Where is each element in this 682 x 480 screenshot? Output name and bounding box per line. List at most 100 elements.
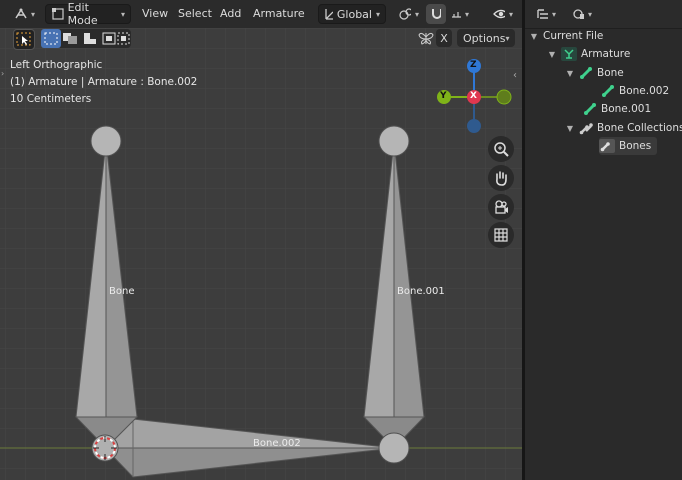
visibility-dropdown[interactable]: ▾ — [488, 4, 518, 24]
bones-label: Bones — [619, 140, 652, 152]
pivot-point-dropdown[interactable]: ▾ — [394, 4, 424, 24]
options-label: Options — [463, 31, 506, 45]
neg-y-axis-handle[interactable] — [496, 89, 512, 105]
cursor-select-icon — [16, 32, 31, 46]
chevron-down-icon: ▾ — [551, 9, 556, 19]
outliner-row-bone[interactable]: ▼ Bone — [565, 64, 624, 82]
subtract-selection-icon[interactable] — [84, 33, 96, 44]
bone-001-tail-joint[interactable] — [378, 125, 410, 157]
expand-arrow-icon[interactable]: ▼ — [565, 69, 575, 78]
mode-dropdown[interactable]: Edit Mode ▾ — [45, 1, 131, 27]
transform-orientation-dropdown[interactable]: Global ▾ — [318, 4, 386, 24]
object-info-text: (1) Armature | Armature : Bone.002 — [10, 76, 198, 88]
pivot-icon — [399, 8, 411, 20]
mirror-x-label: X — [440, 31, 448, 45]
outliner-row-bone-001[interactable]: Bone.001 — [583, 100, 651, 118]
bone-001-row-label: Bone.001 — [601, 103, 652, 115]
orientation-label: Global — [336, 7, 372, 21]
bone-collection-icon — [599, 139, 615, 153]
outliner-editor-type-button[interactable]: ▾ — [531, 4, 561, 24]
bone-label: Bone — [109, 286, 135, 297]
display-mode-dropdown[interactable]: ▾ — [567, 4, 597, 24]
camera-view-button[interactable] — [488, 194, 514, 220]
bone-icon — [580, 67, 592, 79]
grid-scale-text: 10 Centimeters — [10, 93, 92, 105]
menu-armature[interactable]: Armature — [253, 7, 305, 20]
chevron-down-icon: ▾ — [375, 9, 380, 19]
chevron-down-icon: ▾ — [505, 33, 510, 43]
outliner-icon — [537, 9, 548, 19]
expand-arrow-icon[interactable]: ▼ — [565, 124, 575, 133]
intersect-selection-icon[interactable] — [117, 32, 130, 45]
outliner-row-bones[interactable]: Bones — [599, 137, 658, 155]
outliner-row-armature[interactable]: ▼ Armature — [547, 45, 630, 63]
expand-arrow-icon[interactable]: ▼ — [529, 32, 539, 41]
view-name-text: Left Orthographic — [10, 59, 103, 71]
y-axis-label: Y — [440, 91, 447, 101]
edit-mode-icon — [52, 8, 64, 20]
area-divider[interactable] — [522, 0, 525, 480]
bone-row-label: Bone — [597, 67, 624, 79]
selection-mode-group — [41, 29, 131, 48]
bone-002-tail-joint[interactable] — [378, 432, 410, 464]
bone-icon — [602, 85, 614, 97]
zoom-button[interactable] — [488, 136, 514, 162]
eye-icon — [493, 9, 505, 19]
display-mode-icon — [573, 9, 584, 19]
snap-target-dropdown[interactable]: ▾ — [446, 4, 474, 24]
chevron-down-icon: ▾ — [414, 9, 419, 19]
outliner-panel[interactable]: ▾ ▾ ▼ Current File ▼ Armature ▼ Bone Bon… — [525, 0, 682, 480]
menu-view[interactable]: View — [142, 7, 168, 20]
bone-icon — [584, 103, 596, 115]
hand-icon — [496, 171, 507, 186]
zoom-icon — [494, 142, 509, 157]
current-file-label: Current File — [543, 30, 604, 42]
x-axis-label: X — [470, 91, 477, 101]
menu-add[interactable]: Add — [220, 7, 241, 20]
chevron-down-icon: ▾ — [464, 9, 469, 19]
chevron-down-icon: ▾ — [120, 9, 125, 19]
3d-viewport[interactable]: Bone Bone.001 Bone.002 ▾ Edit Mode ▾ Vie… — [0, 0, 522, 480]
mirror-options-button[interactable] — [417, 29, 435, 47]
extend-selection-icon[interactable] — [63, 33, 77, 44]
grid-icon — [494, 228, 508, 242]
bone-001-label: Bone.001 — [397, 286, 445, 297]
outliner-row-bone-002[interactable]: Bone.002 — [601, 82, 669, 100]
neg-z-axis-handle[interactable] — [467, 119, 481, 133]
toolbar-expand-icon[interactable]: › — [1, 69, 4, 78]
snap-increment-icon — [452, 12, 461, 18]
outliner-row-bone-collections[interactable]: ▼ Bone Collections — [565, 119, 682, 137]
bone-collections-icon — [579, 123, 593, 135]
viewport-header: ▾ Edit Mode ▾ View Select Add Armature G… — [0, 0, 522, 28]
bone-002-shape[interactable] — [103, 418, 395, 478]
mode-label: Edit Mode — [67, 1, 98, 27]
orientation-axes-icon — [325, 9, 333, 20]
outliner-row-current-file[interactable]: ▼ Current File — [529, 27, 603, 45]
armature-object-icon — [561, 47, 577, 61]
set-selection-icon[interactable] — [41, 29, 61, 48]
bone-collections-label: Bone Collections — [597, 122, 682, 134]
expand-arrow-icon[interactable]: ▼ — [547, 50, 557, 59]
magnet-icon — [432, 9, 441, 19]
mirror-x-toggle[interactable]: X — [436, 29, 452, 47]
chevron-down-icon: ▾ — [587, 9, 592, 19]
3d-viewport-icon — [15, 8, 27, 19]
armature-label: Armature — [581, 48, 631, 60]
outliner-header: ▾ ▾ — [525, 0, 682, 29]
camera-icon — [495, 200, 508, 214]
z-axis-label: Z — [470, 60, 477, 70]
select-tool-button[interactable] — [13, 29, 35, 50]
pan-button[interactable] — [488, 165, 514, 191]
bone-002-label: Bone.002 — [253, 438, 301, 449]
menu-select[interactable]: Select — [178, 7, 212, 20]
options-dropdown[interactable]: Options ▾ — [457, 29, 515, 47]
chevron-down-icon: ▾ — [508, 9, 513, 19]
bone-002-row-label: Bone.002 — [619, 85, 670, 97]
bone-tail-joint[interactable] — [90, 125, 122, 157]
chevron-down-icon: ▾ — [30, 9, 35, 19]
invert-selection-icon[interactable] — [102, 32, 116, 45]
ortho-toggle-button[interactable] — [488, 222, 514, 248]
snap-toggle[interactable] — [426, 4, 446, 24]
editor-type-button[interactable]: ▾ — [8, 4, 40, 24]
butterfly-mirror-icon — [418, 32, 434, 45]
